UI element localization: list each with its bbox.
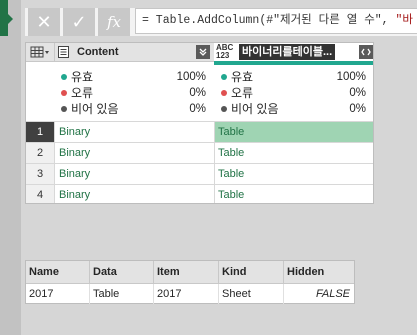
preview-header: Name Data Item Kind Hidden bbox=[26, 261, 354, 284]
quality-stats-content: 유효 100% 오류 0% 비어 있음 0% bbox=[61, 65, 206, 121]
cell-content[interactable]: Binary bbox=[54, 143, 213, 164]
table-row[interactable]: 3 Binary Table bbox=[26, 163, 373, 185]
table-preview-pane: Name Data Item Kind Hidden 2017 Table 20… bbox=[25, 260, 355, 304]
cell-content[interactable]: Binary bbox=[54, 164, 213, 185]
expand-arrow-icon[interactable] bbox=[8, 14, 13, 24]
empty-dot-icon bbox=[221, 106, 227, 112]
column-name-content: Content bbox=[77, 46, 119, 58]
preview-cell-kind: Sheet bbox=[219, 284, 284, 304]
cell-content[interactable]: Binary bbox=[54, 185, 213, 203]
table-row[interactable]: 4 Binary Table bbox=[26, 184, 373, 203]
data-grid: Content ABC 123 바이너리를테이블... 유효 100% 오류 0… bbox=[25, 42, 374, 204]
check-icon: ✓ bbox=[71, 11, 87, 32]
row-number[interactable]: 2 bbox=[26, 143, 54, 164]
queries-pane-selection bbox=[0, 0, 8, 36]
binary-type-icon[interactable] bbox=[58, 46, 69, 58]
cell-table[interactable]: Table bbox=[214, 164, 373, 185]
expand-columns-icon bbox=[361, 48, 371, 56]
cell-table[interactable]: Table bbox=[214, 185, 373, 203]
expand-binary-button[interactable] bbox=[196, 45, 210, 59]
cancel-formula-button[interactable]: ✕ bbox=[28, 8, 60, 36]
queries-pane-collapsed[interactable] bbox=[0, 0, 21, 335]
error-dot-icon bbox=[61, 90, 67, 96]
row-number[interactable]: 3 bbox=[26, 164, 54, 185]
insert-function-button[interactable]: fx bbox=[98, 8, 130, 36]
any-type-icon[interactable]: ABC 123 bbox=[216, 44, 233, 60]
valid-dot-icon bbox=[221, 74, 227, 80]
double-down-arrow-icon bbox=[199, 48, 207, 56]
row-number[interactable]: 4 bbox=[26, 185, 54, 203]
empty-dot-icon bbox=[61, 106, 67, 112]
column-name-binary-to-table: 바이너리를테이블... bbox=[239, 44, 336, 60]
table-menu-button[interactable] bbox=[26, 43, 54, 61]
preview-cell-data: Table bbox=[90, 284, 154, 304]
close-icon: ✕ bbox=[36, 11, 52, 32]
cell-table[interactable]: Table bbox=[214, 122, 373, 143]
quality-stats-binary-to-table: 유효 100% 오류 0% 비어 있음 0% bbox=[221, 65, 366, 121]
row-number[interactable]: 1 bbox=[26, 122, 54, 143]
error-dot-icon bbox=[221, 90, 227, 96]
preview-header-hidden: Hidden bbox=[287, 266, 325, 278]
confirm-formula-button[interactable]: ✓ bbox=[63, 8, 95, 36]
cell-table[interactable]: Table bbox=[214, 143, 373, 164]
preview-header-item: Item bbox=[154, 261, 219, 283]
table-row[interactable]: 2 Binary Table bbox=[26, 142, 373, 164]
grid-header: Content ABC 123 바이너리를테이블... bbox=[26, 43, 373, 65]
preview-cell-item: 2017 bbox=[154, 284, 219, 304]
preview-header-name: Name bbox=[26, 261, 90, 283]
column-header-content[interactable]: Content bbox=[54, 43, 214, 61]
cell-content[interactable]: Binary bbox=[54, 122, 213, 143]
valid-dot-icon bbox=[61, 74, 67, 80]
fx-icon: fx bbox=[106, 13, 121, 31]
table-row[interactable]: 1 Binary Table bbox=[26, 121, 373, 143]
preview-header-kind: Kind bbox=[219, 261, 284, 283]
table-icon bbox=[30, 46, 49, 58]
preview-cell-name: 2017 bbox=[26, 284, 90, 304]
formula-input[interactable]: = Table.AddColumn(#"제거된 다른 열 수", "바 bbox=[135, 8, 417, 34]
column-quality-stats: 유효 100% 오류 0% 비어 있음 0% 유효 100% 오류 0% 비어 … bbox=[26, 65, 373, 121]
preview-cell-hidden: FALSE bbox=[315, 288, 350, 300]
formula-bar: ✕ ✓ fx = Table.AddColumn(#"제거된 다른 열 수", … bbox=[25, 8, 417, 36]
expand-table-button[interactable] bbox=[359, 45, 373, 59]
column-header-binary-to-table[interactable]: ABC 123 바이너리를테이블... bbox=[214, 43, 373, 65]
preview-header-data: Data bbox=[90, 261, 154, 283]
